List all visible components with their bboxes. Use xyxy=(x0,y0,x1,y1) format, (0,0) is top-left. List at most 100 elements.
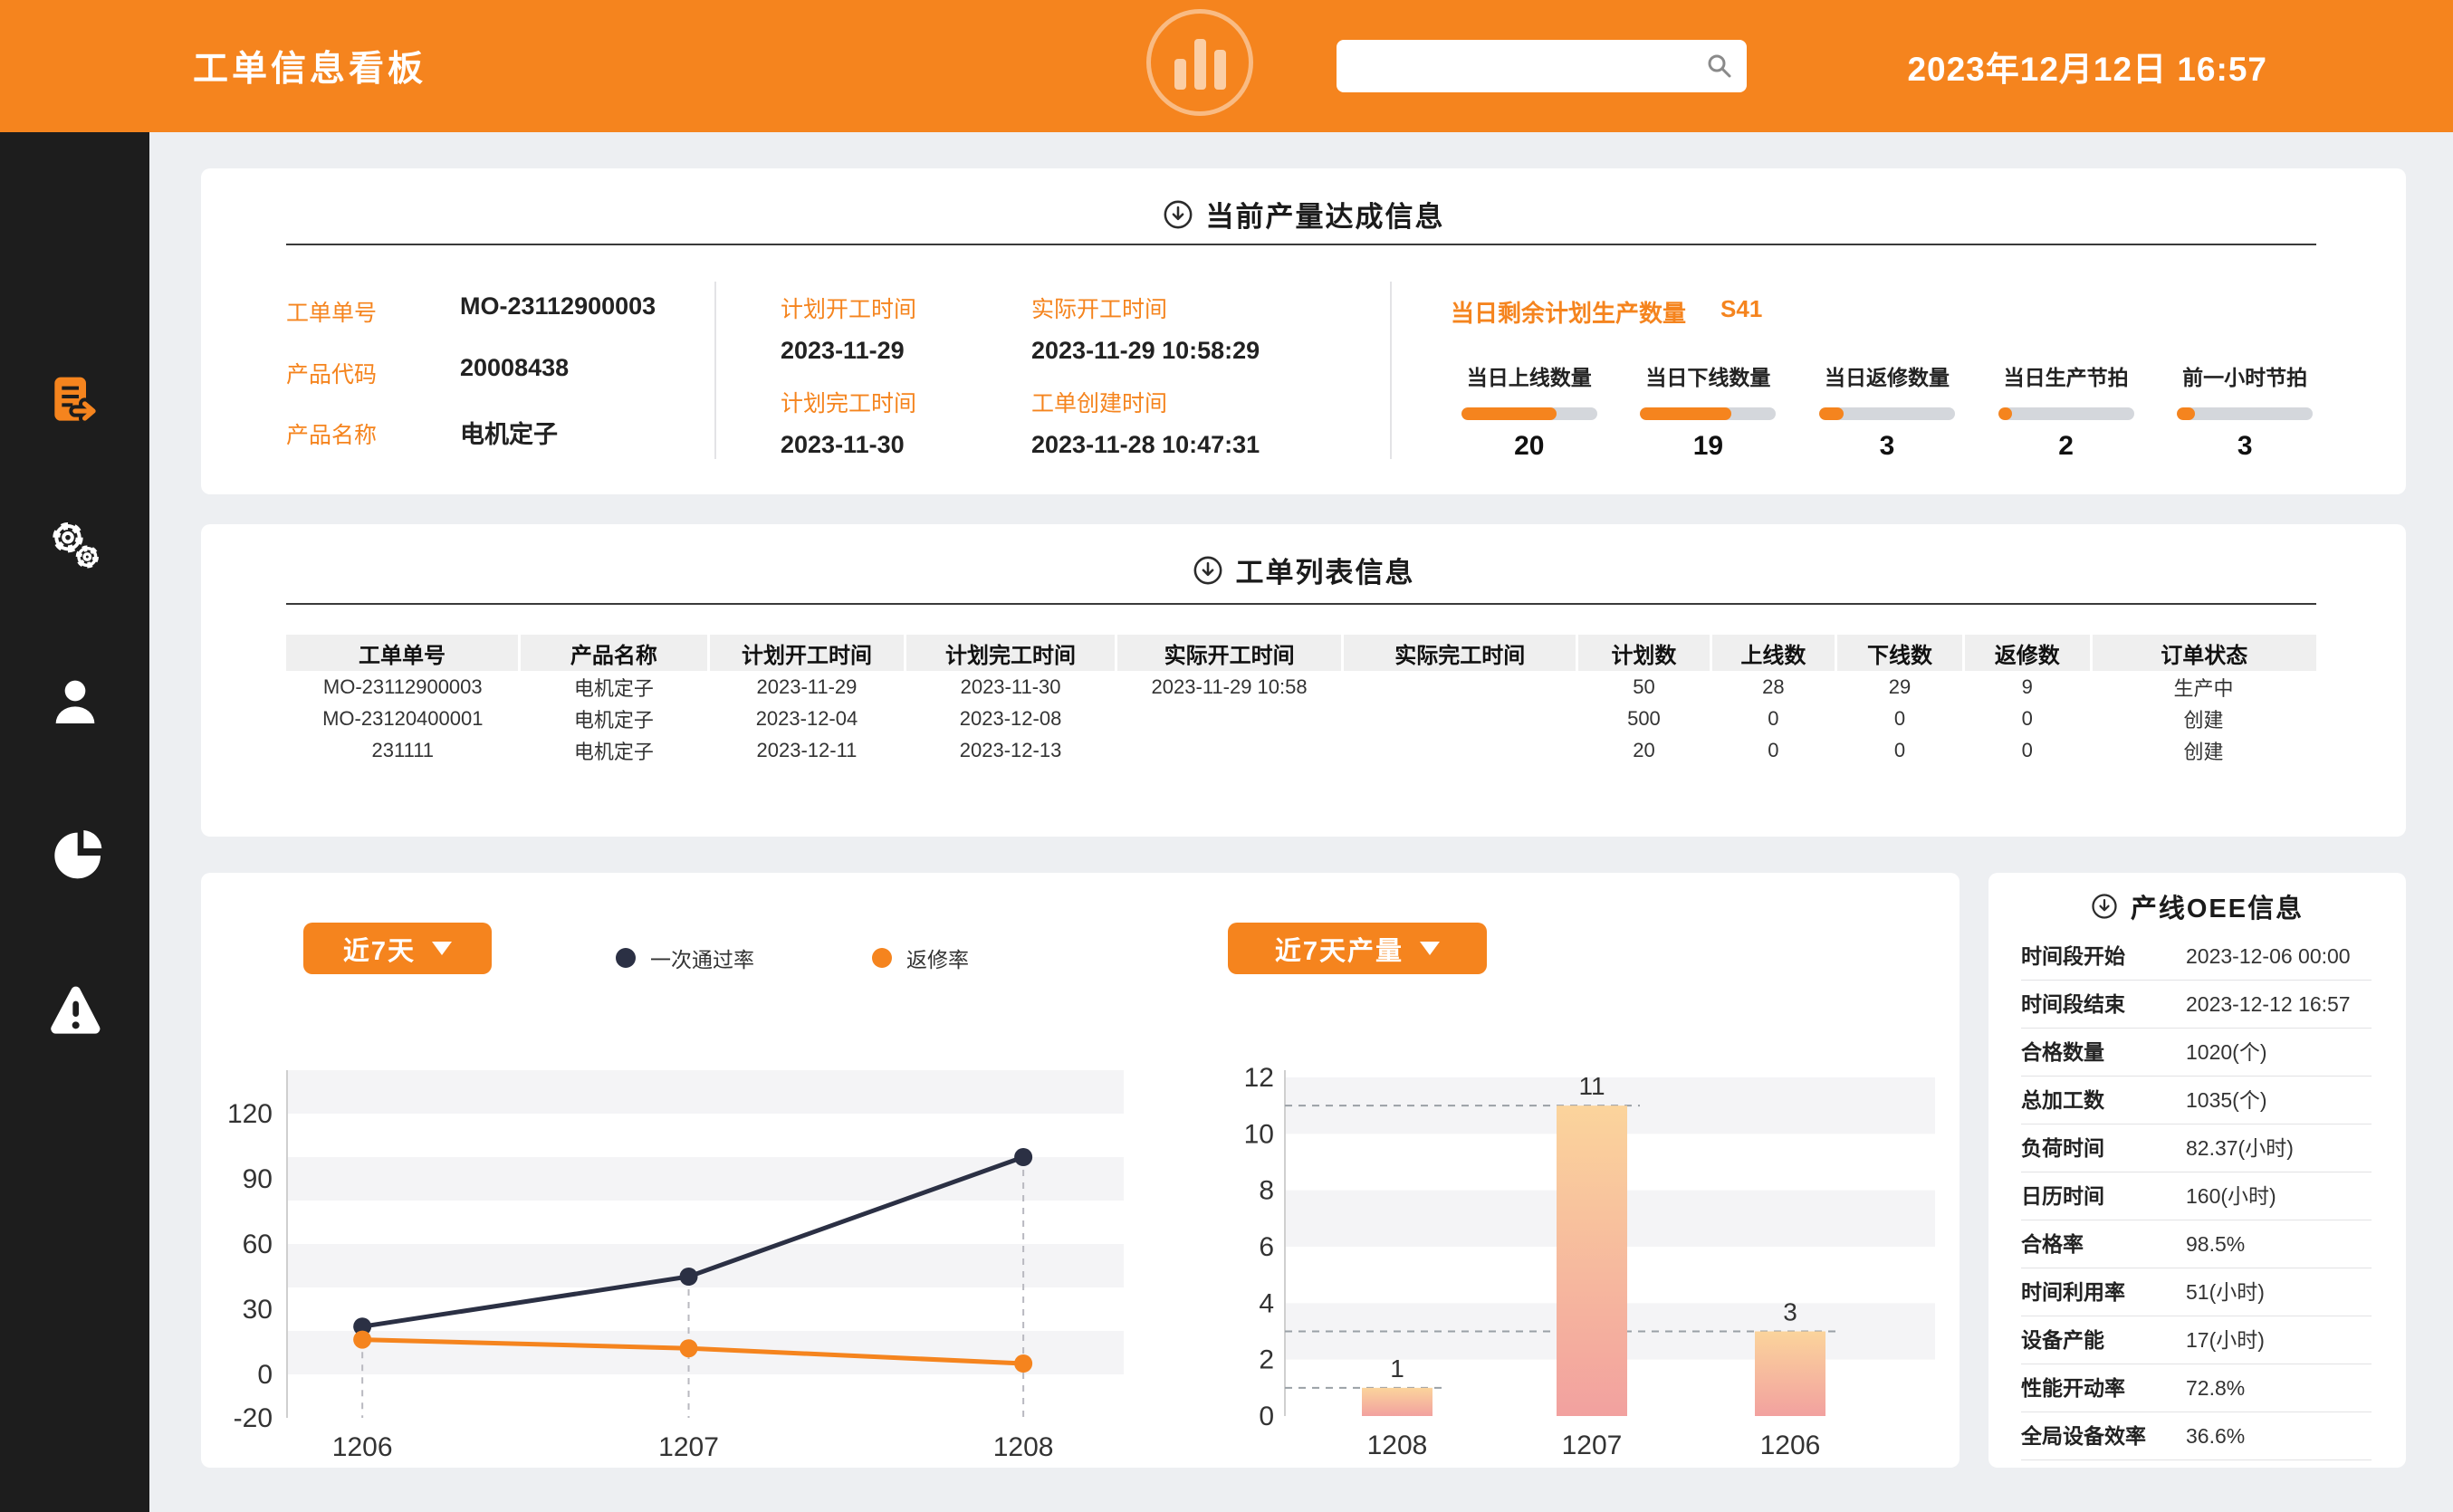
legend-dot-orange xyxy=(872,948,892,968)
svg-text:0: 0 xyxy=(1259,1402,1274,1431)
table-cell: 生产中 xyxy=(2091,671,2316,703)
svg-text:8: 8 xyxy=(1259,1176,1274,1206)
oee-value: 160(小时) xyxy=(2186,1172,2276,1220)
legend-label-first-pass: 一次通过率 xyxy=(650,943,754,973)
search-icon[interactable] xyxy=(1705,52,1734,81)
column-header: 计划开工时间 xyxy=(708,635,905,671)
table-cell: 2023-12-11 xyxy=(708,734,905,766)
alert-icon[interactable] xyxy=(46,981,104,1038)
daily-stat: 当日上线数量20 xyxy=(1440,360,1619,462)
app-title: 工单信息看板 xyxy=(193,41,426,91)
svg-text:12: 12 xyxy=(1244,1063,1274,1093)
daily-stat: 前一小时节拍3 xyxy=(2155,360,2334,462)
pie-chart-icon[interactable] xyxy=(46,827,104,885)
data-point xyxy=(680,1268,698,1286)
bar xyxy=(1362,1388,1433,1416)
bar-chart-range-dropdown[interactable]: 近7天产量 xyxy=(1228,923,1487,974)
svg-text:10: 10 xyxy=(1244,1119,1274,1149)
oee-row: 合格率98.5% xyxy=(2021,1220,2372,1268)
line-chart-range-dropdown[interactable]: 近7天 xyxy=(303,923,492,974)
table-cell: 创建 xyxy=(2091,734,2316,766)
table-cell: 0 xyxy=(1836,703,1964,734)
svg-text:120: 120 xyxy=(227,1099,273,1129)
product-name-label: 产品名称 xyxy=(286,417,377,450)
table-cell: MO-23120400001 xyxy=(286,703,520,734)
oee-label: 性能开动率 xyxy=(2021,1364,2125,1412)
table-cell: 2023-12-04 xyxy=(708,703,905,734)
table-row: MO-23112900003电机定子2023-11-292023-11-3020… xyxy=(286,671,2316,703)
oee-label: 合格率 xyxy=(2021,1220,2084,1268)
table-cell: 电机定子 xyxy=(520,734,709,766)
planned-start-value: 2023-11-29 xyxy=(781,337,1016,365)
user-icon[interactable] xyxy=(46,673,104,731)
actual-start-block: 实际开工时间 2023-11-29 10:58:29 xyxy=(1031,292,1267,365)
line-chart-range-label: 近7天 xyxy=(343,930,416,968)
remaining-plan-row: 当日剩余计划生产数量 S41 xyxy=(1451,295,1762,329)
stat-value: 2 xyxy=(2058,431,2074,462)
planned-finish-value: 2023-11-30 xyxy=(781,431,1016,459)
stat-progress-fill xyxy=(1461,407,1557,420)
oee-value: 51(小时) xyxy=(2186,1268,2265,1316)
oee-row: 时间段结束2023-12-12 16:57 xyxy=(2021,981,2372,1029)
oee-value: 2023-12-06 00:00 xyxy=(2186,933,2351,980)
charts-card: 近7天 一次通过率 返修率 1209060300-20120612071208 … xyxy=(201,873,1960,1468)
chevron-down-icon xyxy=(432,942,452,955)
stat-progress-fill xyxy=(1819,407,1844,420)
column-header: 返修数 xyxy=(1963,635,2091,671)
logo-icon xyxy=(1146,9,1253,116)
order-list-title-text: 工单列表信息 xyxy=(1236,550,1415,590)
vertical-divider xyxy=(714,282,716,459)
order-table: 工单单号产品名称计划开工时间计划完工时间实际开工时间实际完工时间计划数上线数下线… xyxy=(286,635,2316,766)
production-info-card: 当前产量达成信息 工单单号 MO-23112900003 产品代码 200084… xyxy=(201,168,2406,494)
table-cell: 0 xyxy=(1963,703,2091,734)
table-cell xyxy=(1343,671,1577,703)
search-input[interactable] xyxy=(1337,40,1747,92)
table-cell: 2023-11-30 xyxy=(906,671,1116,703)
title-divider xyxy=(286,603,2316,605)
planned-start-block: 计划开工时间 2023-11-29 xyxy=(781,292,1016,365)
stat-progress-bar xyxy=(1998,407,2134,420)
table-cell: 创建 xyxy=(2091,703,2316,734)
line-chart: 1209060300-20120612071208 xyxy=(227,1052,1146,1469)
actual-start-label: 实际开工时间 xyxy=(1031,292,1267,324)
column-header: 工单单号 xyxy=(286,635,520,671)
column-header: 产品名称 xyxy=(520,635,709,671)
bar-value-label: 3 xyxy=(1783,1298,1797,1326)
table-cell xyxy=(1116,734,1342,766)
table-cell: 50 xyxy=(1577,671,1710,703)
planned-finish-label: 计划完工时间 xyxy=(781,386,1016,418)
order-created-value: 2023-11-28 10:47:31 xyxy=(1031,431,1267,459)
oee-label: 合格数量 xyxy=(2021,1029,2104,1076)
oee-row: 日历时间160(小时) xyxy=(2021,1172,2372,1220)
stat-value: 3 xyxy=(2237,431,2253,462)
svg-text:1208: 1208 xyxy=(1367,1431,1428,1460)
remaining-plan-value: S41 xyxy=(1720,295,1762,329)
actual-start-value: 2023-11-29 10:58:29 xyxy=(1031,337,1267,365)
stat-value: 20 xyxy=(1514,431,1544,462)
data-point xyxy=(353,1331,371,1349)
product-code-label: 产品代码 xyxy=(286,357,377,389)
oee-value: 1020(个) xyxy=(2186,1029,2266,1076)
circle-down-arrow-icon xyxy=(1193,555,1223,586)
work-order-icon[interactable] xyxy=(46,371,104,429)
current-datetime: 2023年12月12日 16:57 xyxy=(1907,42,2267,91)
stat-progress-bar xyxy=(2177,407,2313,420)
settings-gears-icon[interactable] xyxy=(46,517,104,575)
svg-text:-20: -20 xyxy=(234,1403,273,1433)
daily-stat: 当日返修数量3 xyxy=(1797,360,1977,462)
svg-text:90: 90 xyxy=(243,1164,273,1194)
stat-progress-fill xyxy=(1998,407,2012,420)
column-header: 订单状态 xyxy=(2091,635,2316,671)
table-row: MO-23120400001电机定子2023-12-042023-12-0850… xyxy=(286,703,2316,734)
svg-text:1207: 1207 xyxy=(658,1432,719,1462)
oee-label: 设备产能 xyxy=(2021,1316,2104,1364)
oee-label: 总加工数 xyxy=(2021,1077,2104,1124)
chevron-down-icon xyxy=(1420,942,1440,955)
table-cell: 20 xyxy=(1577,734,1710,766)
column-header: 下线数 xyxy=(1836,635,1964,671)
daily-stat: 当日下线数量19 xyxy=(1619,360,1798,462)
order-created-block: 工单创建时间 2023-11-28 10:47:31 xyxy=(1031,386,1267,459)
oee-label: 全局设备效率 xyxy=(2021,1412,2146,1459)
stat-progress-bar xyxy=(1640,407,1776,420)
daily-stat: 当日生产节拍2 xyxy=(1977,360,2156,462)
